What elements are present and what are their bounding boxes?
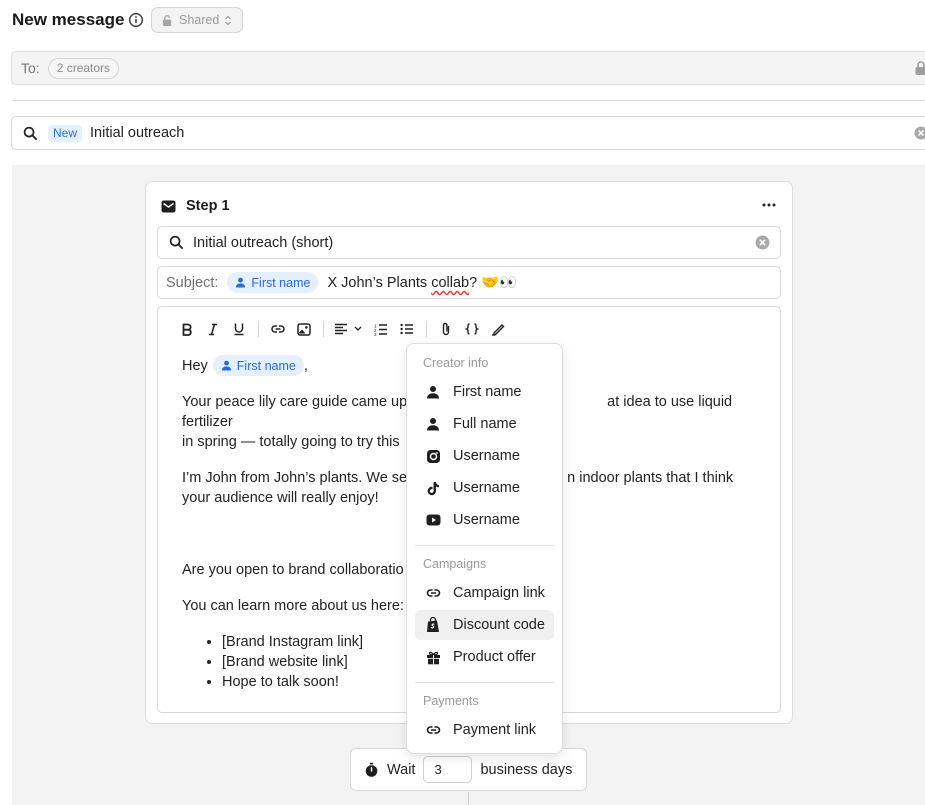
person-icon [425, 416, 441, 432]
instagram-icon [425, 448, 441, 464]
wait-days-input[interactable]: 3 [423, 756, 473, 783]
person-icon [235, 277, 246, 288]
signature-icon[interactable] [485, 319, 511, 339]
menu-divider [415, 545, 554, 546]
variable-chip[interactable]: First name [212, 355, 304, 376]
subject-text: X John’s Plants collab? 🤝👀 [323, 275, 518, 291]
attachment-icon[interactable] [433, 319, 459, 339]
svg-text:3: 3 [374, 332, 377, 336]
link-icon [425, 585, 441, 601]
toolbar-divider [258, 321, 259, 337]
subject-field[interactable]: Subject: First name X John’s Plants coll… [157, 266, 781, 299]
bold-icon[interactable] [174, 319, 200, 339]
link-icon [425, 722, 441, 738]
menu-section-title: Campaigns [423, 557, 487, 571]
step-title: Step 1 [186, 198, 230, 214]
menu-item-instagram-username[interactable]: Username [415, 441, 554, 471]
visibility-label: Shared [179, 13, 220, 27]
italic-icon[interactable] [200, 319, 226, 339]
mail-icon [161, 200, 176, 213]
page-title: New message [12, 10, 125, 29]
subject-label: Subject: [166, 274, 219, 291]
clear-icon[interactable] [914, 126, 925, 140]
menu-item-product-offer[interactable]: Product offer [415, 642, 554, 672]
menu-item-first-name[interactable]: First name [415, 377, 554, 407]
underline-icon[interactable] [226, 319, 252, 339]
menu-divider [415, 682, 554, 683]
info-icon[interactable] [128, 12, 144, 28]
template-search-input[interactable]: New Initial outreach [11, 116, 925, 150]
unlock-icon [161, 14, 174, 27]
wait-label: Wait [387, 761, 416, 778]
variable-menu: Creator info First name Full name Userna… [406, 343, 563, 754]
lock-icon [914, 60, 925, 76]
gift-icon [425, 649, 441, 665]
menu-item-discount-code[interactable]: Discount code [415, 610, 554, 640]
step-connector [468, 792, 469, 805]
menu-section-title: Payments [423, 694, 479, 708]
wait-unit: business days [480, 761, 573, 778]
bullet-list-icon[interactable] [394, 319, 420, 339]
variable-chip-label: First name [236, 358, 296, 373]
image-icon[interactable] [291, 319, 317, 339]
search-icon [23, 126, 38, 141]
menu-item-payment-link[interactable]: Payment link [415, 715, 554, 745]
editor-toolbar: 123 [174, 319, 511, 339]
wait-step: Wait 3 business days [350, 748, 587, 791]
recipients-chip[interactable]: 2 creators [47, 57, 120, 79]
visibility-selector[interactable]: Shared [151, 7, 244, 33]
tiktok-icon [425, 480, 441, 496]
divider [12, 100, 925, 101]
ordered-list-icon[interactable]: 123 [368, 319, 394, 339]
menu-item-youtube-username[interactable]: Username [415, 505, 554, 535]
person-icon [221, 360, 232, 371]
clear-icon[interactable] [755, 235, 770, 250]
variable-chip[interactable]: First name [227, 272, 319, 293]
to-label: To: [21, 60, 40, 76]
template-search-value: Initial outreach [90, 125, 185, 141]
menu-item-campaign-link[interactable]: Campaign link [415, 578, 554, 608]
new-badge: New [48, 124, 83, 142]
menu-item-full-name[interactable]: Full name [415, 409, 554, 439]
shopify-icon [425, 617, 441, 633]
chevron-updown-icon [224, 15, 232, 26]
variable-chip-label: First name [251, 275, 311, 290]
toolbar-divider [426, 321, 427, 337]
person-icon [425, 384, 441, 400]
align-dropdown[interactable] [330, 319, 368, 339]
more-icon[interactable] [762, 198, 776, 212]
misspelled-word: collab [431, 275, 470, 291]
step-template-search[interactable]: Initial outreach (short) [157, 226, 781, 259]
link-icon[interactable] [265, 319, 291, 339]
step-template-value: Initial outreach (short) [193, 234, 334, 251]
toolbar-divider [323, 321, 324, 337]
menu-item-tiktok-username[interactable]: Username [415, 473, 554, 503]
recipients-field[interactable]: To: 2 creators [11, 51, 925, 85]
menu-section-title: Creator info [423, 356, 489, 370]
stopwatch-icon [364, 762, 379, 778]
youtube-icon [425, 512, 441, 528]
variable-braces-icon[interactable] [459, 319, 485, 339]
search-icon [169, 235, 184, 250]
